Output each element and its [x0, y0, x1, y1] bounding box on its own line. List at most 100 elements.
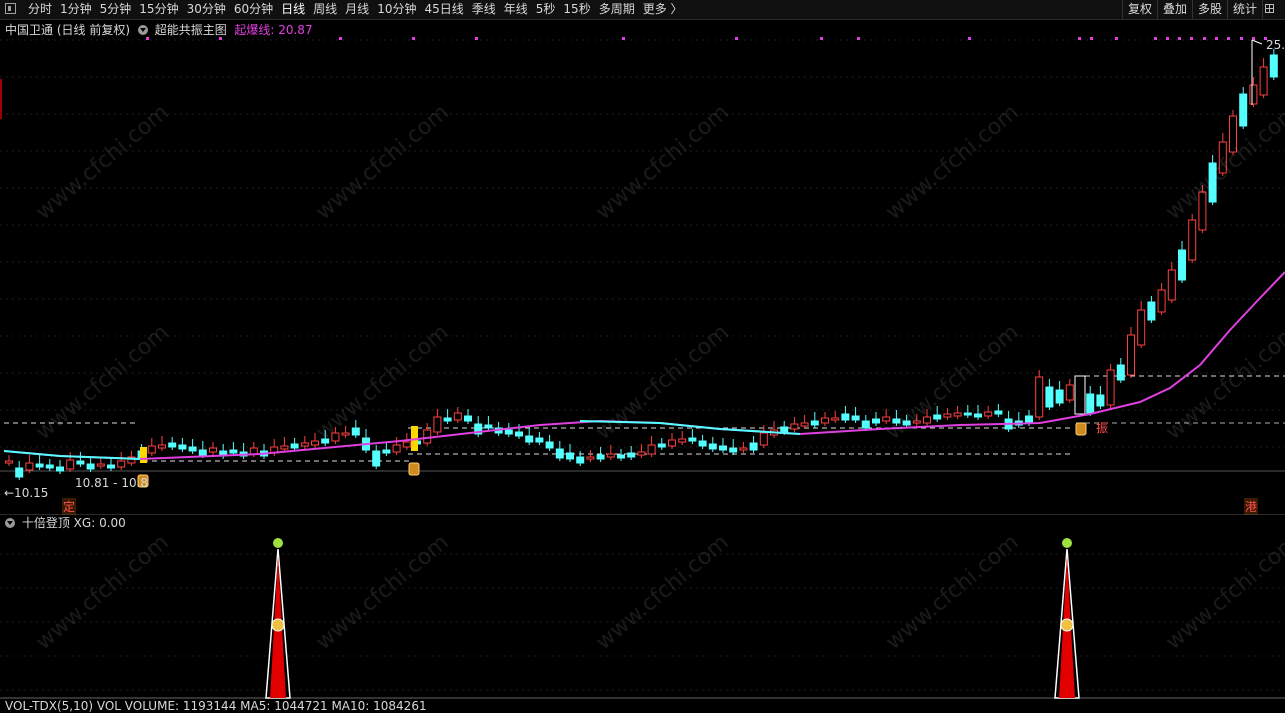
- candle-body: [1035, 376, 1044, 418]
- signal-dot: [1178, 37, 1181, 40]
- candle-body: [790, 423, 799, 430]
- candle-body: [617, 454, 625, 459]
- candle-body: [107, 464, 115, 469]
- period-tab[interactable]: 5秒: [532, 0, 560, 19]
- indicator-name[interactable]: 十倍登顶: [22, 516, 70, 530]
- signal-dot: [1240, 37, 1243, 40]
- signal-dot: [1090, 37, 1093, 40]
- candle-body: [606, 453, 615, 458]
- candle-body: [678, 438, 687, 443]
- signal-dot: [735, 37, 738, 40]
- candle-body: [1188, 219, 1197, 261]
- signal-dot: [339, 37, 342, 40]
- indicator-header: 十倍登顶 XG: 0.00: [5, 514, 126, 531]
- candle-body: [372, 450, 381, 467]
- candle-body: [1086, 393, 1095, 414]
- candle-body: [994, 410, 1003, 415]
- panel-toggle-icon[interactable]: [5, 3, 16, 14]
- candle-body: [15, 467, 24, 478]
- candle-body: [851, 415, 860, 421]
- gang-marker: 港: [1244, 498, 1259, 515]
- period-tab[interactable]: 周线: [309, 0, 341, 19]
- overlay-button[interactable]: 叠加: [1156, 0, 1192, 19]
- period-tab[interactable]: 10分钟: [373, 0, 420, 19]
- candle-body: [1055, 389, 1064, 404]
- candle-body: [1229, 115, 1237, 153]
- xg-label: XG:: [73, 516, 96, 530]
- candle-body: [739, 447, 748, 451]
- period-tabs: 分时 1分钟 5分钟 15分钟 30分钟 60分钟 日线 周线 月线 10分钟 45日线 季线 年线 5秒…: [24, 0, 687, 19]
- candle-body: [56, 466, 64, 472]
- indicator-menu-icon-2[interactable]: [5, 518, 15, 528]
- candle-body: [596, 454, 605, 460]
- high-price-label: 25.: [1266, 38, 1285, 52]
- candle-body: [861, 420, 870, 429]
- candle-body: [1218, 141, 1227, 174]
- period-tab[interactable]: 分时: [24, 0, 56, 19]
- candle-body: [96, 463, 105, 467]
- candle-body: [515, 431, 523, 437]
- candle-body: [902, 420, 911, 426]
- signal-dot: [1252, 37, 1255, 40]
- candle-body: [290, 443, 299, 449]
- period-tab[interactable]: 更多 〉: [639, 0, 687, 19]
- candle-body: [984, 411, 993, 417]
- tool-buttons: 复权 叠加 多股 统计: [1121, 0, 1285, 19]
- period-tab[interactable]: 30分钟: [183, 0, 230, 19]
- candle-body: [392, 444, 401, 453]
- period-tab[interactable]: 60分钟: [230, 0, 277, 19]
- candle-body: [810, 420, 819, 426]
- candle-body: [892, 418, 901, 424]
- candle-body: [576, 456, 585, 464]
- candle-body: [147, 445, 156, 454]
- statistics-button[interactable]: 统计: [1226, 0, 1262, 19]
- candle-body: [627, 452, 636, 458]
- up-arrow-icon: [1060, 618, 1074, 632]
- candle-body: [1116, 364, 1125, 381]
- period-tab[interactable]: 月线: [341, 0, 373, 19]
- candle-body: [117, 460, 126, 468]
- period-tab[interactable]: 季线: [468, 0, 500, 19]
- candle-body: [453, 412, 462, 421]
- candle-body: [586, 456, 595, 460]
- period-tab[interactable]: 年线: [500, 0, 532, 19]
- candle-body: [66, 459, 75, 470]
- period-tab[interactable]: 多周期: [595, 0, 639, 19]
- candle-body: [1106, 369, 1115, 406]
- period-tab[interactable]: 5分钟: [96, 0, 136, 19]
- candle-body: [158, 444, 166, 449]
- candle-body: [831, 417, 840, 421]
- period-tab[interactable]: 日线: [277, 0, 309, 19]
- candle-body: [86, 463, 95, 470]
- indicator-chart[interactable]: [0, 514, 1285, 708]
- candle-body: [1127, 334, 1135, 376]
- candle-body: [1259, 66, 1268, 96]
- candle-body: [1157, 289, 1166, 313]
- candle-body: [780, 426, 789, 433]
- candle-body: [300, 442, 309, 447]
- lock-signal-icon: [1075, 422, 1087, 436]
- candle-body: [749, 442, 758, 451]
- range-label: 10.81 - 10.8: [75, 476, 149, 490]
- period-tab[interactable]: 15秒: [559, 0, 594, 19]
- fuquan-button[interactable]: 复权: [1121, 0, 1157, 19]
- candle-body: [188, 446, 197, 452]
- kline-chart[interactable]: [0, 20, 1285, 513]
- up-arrow-icon: [271, 618, 285, 632]
- signal-dot: [820, 37, 823, 40]
- candle-body: [1147, 301, 1156, 321]
- period-tab[interactable]: 15分钟: [135, 0, 182, 19]
- signal-dot: [1166, 37, 1169, 40]
- breakout-candle: [1074, 375, 1086, 415]
- indicator-menu-icon[interactable]: [137, 25, 148, 35]
- period-tab[interactable]: 45日线: [420, 0, 467, 19]
- volume-footer: VOL-TDX(5,10) VOL VOLUME: 1193144 MA5: 1…: [5, 699, 427, 713]
- candle-body: [168, 442, 177, 448]
- multi-stock-button[interactable]: 多股: [1191, 0, 1227, 19]
- candle-body: [657, 443, 666, 448]
- candle-body: [545, 441, 554, 449]
- main-indicator-name[interactable]: 超能共振主图: [155, 23, 227, 37]
- layout-grid-icon[interactable]: [1262, 0, 1285, 19]
- candle-body: [321, 438, 330, 444]
- period-tab[interactable]: 1分钟: [56, 0, 96, 19]
